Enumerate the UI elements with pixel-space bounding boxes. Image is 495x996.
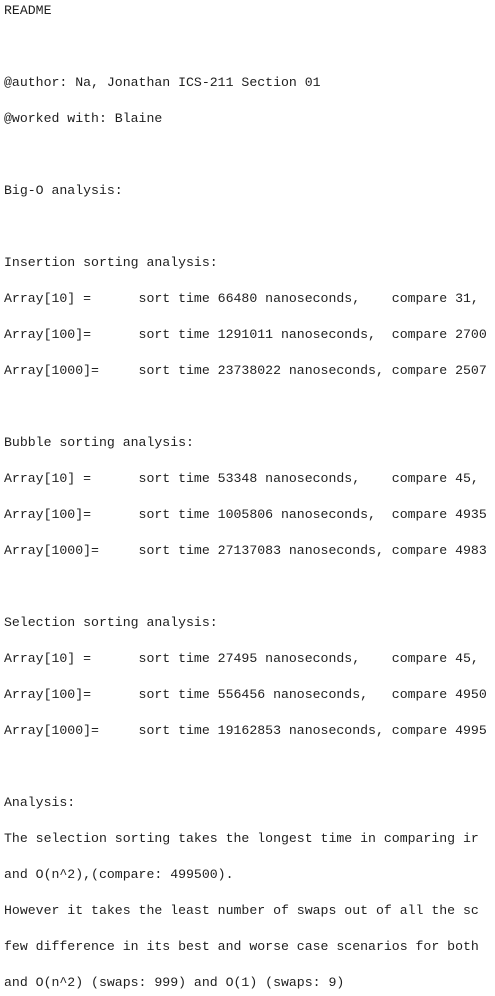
bubble-row-1000: Array[1000]= sort time 27137083 nanoseco… (4, 543, 487, 558)
analysis-text-line: and O(n^2),(compare: 499500). (4, 867, 234, 882)
analysis-text-line: few difference in its best and worse cas… (4, 939, 479, 954)
doc-title: README (4, 3, 52, 18)
analysis-heading: Analysis: (4, 795, 76, 810)
selection-heading: Selection sorting analysis: (4, 615, 218, 630)
insertion-row-10: Array[10] = sort time 66480 nanoseconds,… (4, 291, 479, 306)
selection-row-10: Array[10] = sort time 27495 nanoseconds,… (4, 651, 479, 666)
worked-with-line: @worked with: Blaine (4, 111, 163, 126)
insertion-row-1000: Array[1000]= sort time 23738022 nanoseco… (4, 363, 487, 378)
analysis-text-line: The selection sorting takes the longest … (4, 831, 479, 846)
bubble-heading: Bubble sorting analysis: (4, 435, 194, 450)
selection-row-1000: Array[1000]= sort time 19162853 nanoseco… (4, 723, 487, 738)
bubble-row-100: Array[100]= sort time 1005806 nanosecond… (4, 507, 487, 522)
author-line: @author: Na, Jonathan ICS-211 Section 01 (4, 75, 321, 90)
readme-text-body[interactable]: README @author: Na, Jonathan ICS-211 Sec… (4, 2, 487, 996)
big-o-heading: Big-O analysis: (4, 183, 123, 198)
bubble-row-10: Array[10] = sort time 53348 nanoseconds,… (4, 471, 479, 486)
analysis-text-line: However it takes the least number of swa… (4, 903, 479, 918)
selection-row-100: Array[100]= sort time 556456 nanoseconds… (4, 687, 487, 702)
insertion-heading: Insertion sorting analysis: (4, 255, 218, 270)
insertion-row-100: Array[100]= sort time 1291011 nanosecond… (4, 327, 487, 342)
analysis-text-line: and O(n^2) (swaps: 999) and O(1) (swaps:… (4, 975, 345, 990)
